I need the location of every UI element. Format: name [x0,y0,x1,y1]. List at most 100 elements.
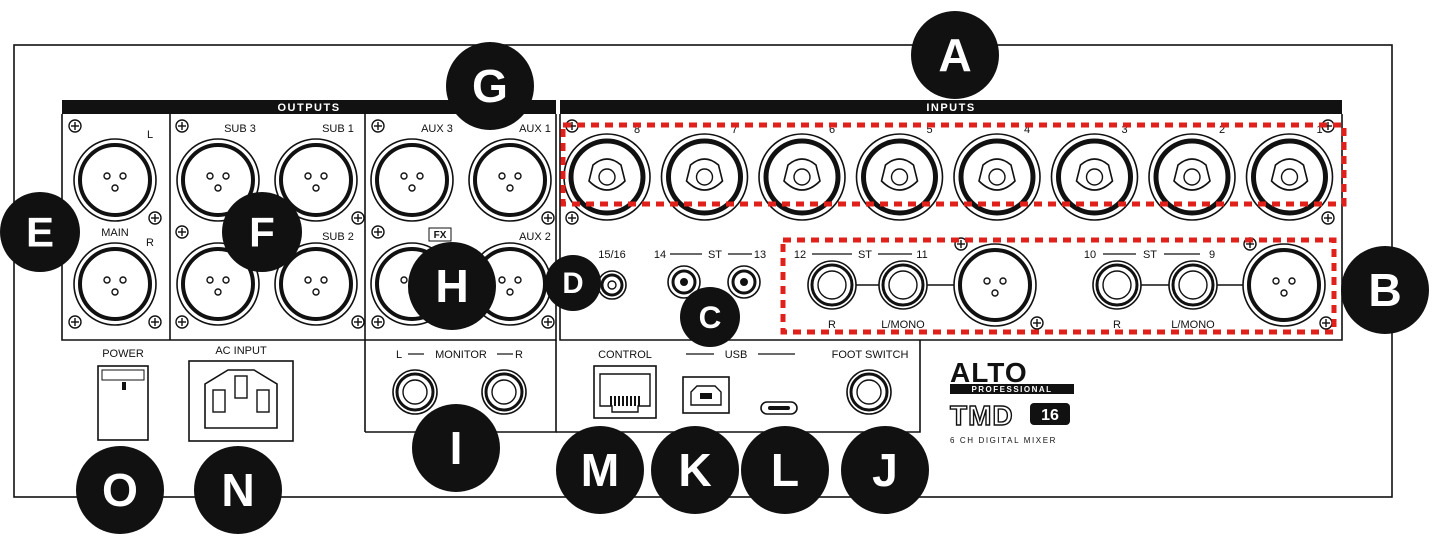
usb-b-port[interactable] [682,376,730,414]
ch-1516-input-jack[interactable] [597,270,627,300]
callout-a-letter: A [938,29,971,81]
panel-screw-icon [351,211,365,225]
panel-screw-icon [68,315,82,329]
st12-r-jack-input[interactable] [807,260,857,310]
ch-1516-label: 15/16 [598,249,626,261]
callout-d-letter: D [562,267,583,300]
sub1-label: SUB 1 [322,123,354,135]
foot-switch-jack[interactable] [846,369,892,415]
callout-d: D [545,255,601,311]
monitor-label: MONITOR [435,349,487,361]
inputs-header-label: INPUTS [926,102,975,114]
aux1-label: AUX 1 [519,123,551,135]
callout-e: E [0,192,80,272]
callout-g: G [446,42,534,130]
r-label-2: R [1113,319,1121,331]
callout-n-letter: N [221,464,254,516]
dynamic-layer: 8 7 6 5 4 3 2 1ABCDE FGHI JK LMNO [0,11,1429,534]
alto-logo: ALTO [950,357,1028,388]
callout-b-letter: B [1368,264,1401,316]
panel-screw-icon [371,315,385,329]
combo-input-2[interactable] [1148,133,1236,221]
model-num: 16 [1041,407,1059,424]
aux2-label: AUX 2 [519,231,551,243]
st1112-xlr-input[interactable] [953,243,1037,327]
ac-input-socket[interactable] [188,360,294,442]
st9-lmono-jack-input[interactable] [1168,260,1218,310]
callout-n: N [194,446,282,534]
callout-j-letter: J [872,444,898,496]
usb-c-port[interactable] [760,401,798,415]
callout-i: I [412,404,500,492]
callout-k: K [651,426,739,514]
callout-o-letter: O [102,464,138,516]
callout-c-letter: C [699,299,722,335]
combo-input-3[interactable] [1050,133,1139,221]
callout-i-letter: I [450,422,463,474]
professional-label: PROFESSIONAL [971,385,1052,394]
main-l-label: L [147,129,153,141]
outputs-header-label: OUTPUTS [277,102,340,114]
st10-r-jack-input[interactable] [1092,260,1142,310]
st-label-910: ST [1143,249,1157,261]
panel-screw-icon [1321,211,1335,225]
monitor-l-jack[interactable] [392,369,438,415]
st-12-label: 12 [794,249,806,261]
panel-screw-icon [371,225,385,239]
panel-screw-icon [175,315,189,329]
aux3-xlr-output[interactable] [370,138,454,222]
st-13-label: 13 [754,249,766,261]
combo-input-1[interactable] [1245,133,1334,221]
monitor-l-label: L [396,349,402,361]
combo-input-4[interactable] [953,133,1041,221]
main-r-xlr-output[interactable] [73,242,157,326]
control-ethernet-port[interactable] [593,365,657,419]
r-label-1: R [828,319,836,331]
st-14-label: 14 [654,249,666,261]
panel-screw-icon [148,211,162,225]
st-9-label: 9 [1209,249,1215,261]
callout-h-letter: H [435,260,468,312]
st-10-label: 10 [1084,249,1096,261]
panel-screw-icon [175,119,189,133]
aux3-label: AUX 3 [421,123,453,135]
control-label: CONTROL [598,349,652,361]
st910-xlr-input[interactable] [1242,243,1326,327]
sub2-label: SUB 2 [322,231,354,243]
l-mono-label-1: L/MONO [881,319,925,331]
st13-rca-input[interactable] [727,265,761,299]
main-l-xlr-output[interactable] [73,138,157,222]
combo-input-7[interactable] [660,133,749,221]
monitor-r-jack[interactable] [481,369,527,415]
sub3-label: SUB 3 [224,123,256,135]
callout-a: A [911,11,999,99]
callout-c: C [680,287,740,347]
panel-screw-icon [148,315,162,329]
rear-panel-svg: OUTPUTS INPUTS 8 7 6 5 4 3 2 1ABCDE FGHI JK LMNO L… [0,11,1429,534]
callout-j: J [841,426,929,514]
usb-label: USB [725,349,748,361]
callout-e-letter: E [26,208,54,255]
callout-h: H [408,242,496,330]
panel-screw-icon [68,119,82,133]
panel-screw-icon [1319,316,1333,330]
callout-f: F [222,192,302,272]
panel-screw-icon [541,315,555,329]
main-label: MAIN [101,227,129,239]
combo-input-8[interactable] [563,133,651,221]
callout-g-letter: G [472,60,508,112]
panel-screw-icon [175,225,189,239]
st-label-1112: ST [858,249,872,261]
tmd-model: TMD [950,400,1014,431]
panel-screw-icon [565,211,579,225]
callout-b: B [1341,246,1429,334]
callout-l: L [741,426,829,514]
combo-input-6[interactable] [758,133,846,221]
power-label: POWER [102,348,144,360]
aux1-xlr-output[interactable] [468,138,552,222]
st11-lmono-jack-input[interactable] [878,260,928,310]
power-switch[interactable] [97,365,149,441]
combo-input-5[interactable] [855,133,944,221]
mixer-subtitle: 6 CH DIGITAL MIXER [950,436,1057,445]
brand-block: ALTO PROFESSIONAL TMD 16 6 CH DIGITAL MI… [949,357,1074,445]
